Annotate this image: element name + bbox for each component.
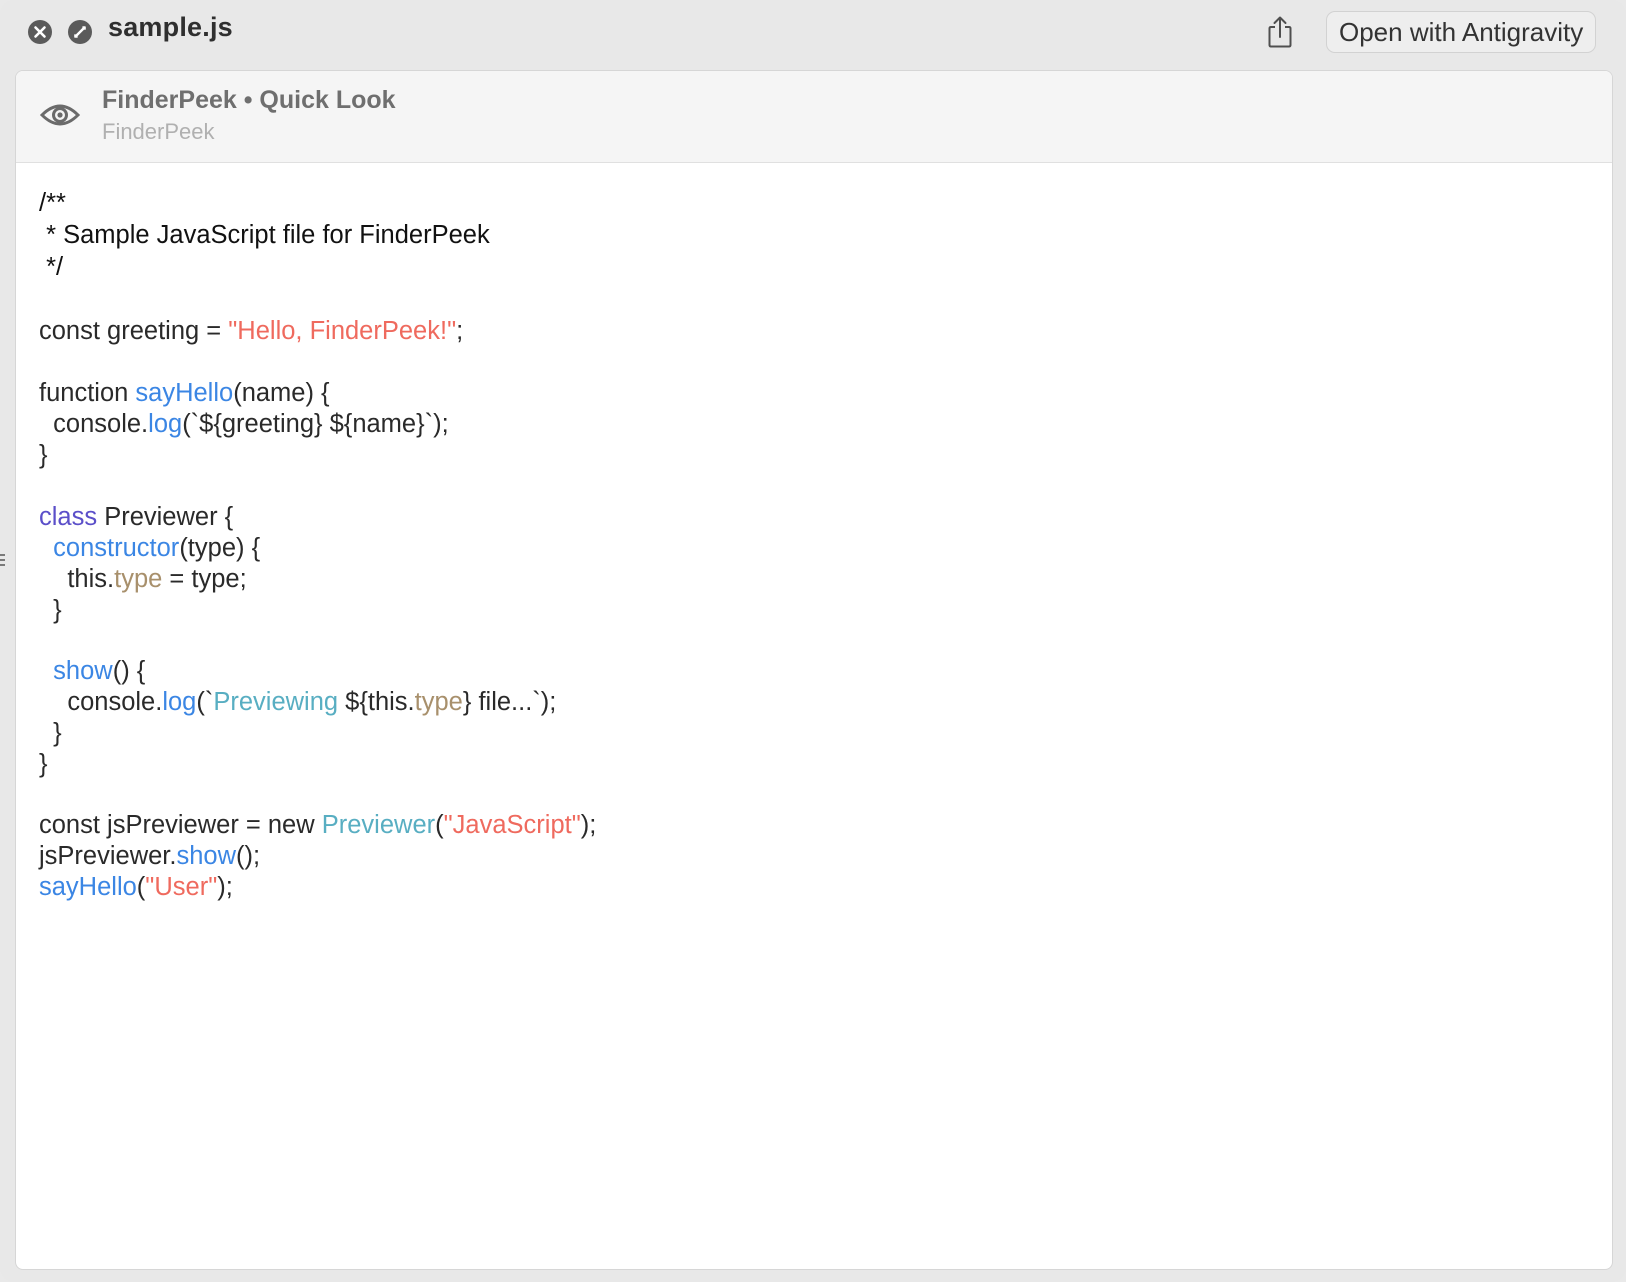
code-token-string: "User" [145,873,218,901]
code-token-comment: * Sample JavaScript file for FinderPeek [39,221,490,249]
code-token-func: show [53,657,113,685]
code-line: } [39,748,48,780]
code-line: class Previewer { [39,501,233,533]
code-token-plain: this. [39,565,115,593]
code-token-func: constructor [53,534,180,562]
file-name-title: sample.js [108,12,233,42]
code-token-plain: (type) { [179,534,261,562]
close-icon [34,26,46,38]
code-line: constructor(type) { [39,532,260,564]
code-token-template: Previewing [213,688,339,716]
preview-header-title: FinderPeek • Quick Look [102,86,396,114]
code-token-type: Previewer [321,811,436,839]
code-token-plain: } file...`); [462,688,557,716]
code-token-plain: Previewer { [97,503,234,531]
code-token-plain: ( [435,811,444,839]
title-bar: sample.js Open with Antigravity [0,0,1626,70]
code-token-plain: console. [39,688,163,716]
preview-header: FinderPeek • Quick Look FinderPeek [16,71,1612,163]
code-line: /** [39,187,66,219]
code-line: */ [39,251,63,283]
code-token-string: "Hello, FinderPeek!" [228,317,457,345]
code-line: this.type = type; [39,563,247,595]
eye-icon [40,104,80,126]
code-token-plain: ; [456,317,464,345]
code-token-comment: /** [39,189,66,217]
code-token-plain: const greeting = [39,317,229,345]
code-token-func: log [148,410,183,438]
code-token-string: "JavaScript" [443,811,581,839]
code-token-func: sayHello [135,379,234,407]
code-token-func: log [162,688,197,716]
share-button[interactable] [1262,12,1298,52]
fullscreen-icon [74,26,86,38]
code-line: const jsPreviewer = new Previewer("JavaS… [39,809,596,841]
code-token-plain: ); [217,873,233,901]
code-line: jsPreviewer.show(); [39,840,260,872]
code-token-comment: */ [39,253,64,281]
code-line: function sayHello(name) { [39,377,330,409]
code-token-plain: () { [112,657,146,685]
code-token-plain: (`${greeting} ${name}`); [182,410,449,438]
preview-panel: FinderPeek • Quick Look FinderPeek /** *… [15,70,1613,1270]
fullscreen-button[interactable] [68,20,92,44]
close-button[interactable] [28,20,52,44]
code-token-prop: type [414,688,463,716]
code-token-plain: } [39,441,48,469]
code-token-plain: const jsPreviewer = new [39,811,322,839]
preview-header-subtitle: FinderPeek [102,119,215,144]
code-view: /** * Sample JavaScript file for FinderP… [39,187,1599,1247]
code-token-plain: } [39,719,62,747]
code-token-plain: function [39,379,136,407]
share-icon [1268,16,1292,48]
code-token-plain: ${this. [338,688,415,716]
code-token-plain: } [39,596,62,624]
code-line: const greeting = "Hello, FinderPeek!"; [39,315,463,347]
code-token-plain: ); [580,811,597,839]
code-line: } [39,439,48,471]
code-token-func: show [176,842,236,870]
code-token-plain: } [39,750,48,778]
code-line: } [39,717,62,749]
quick-look-window: sample.js Open with Antigravity FinderPe… [0,0,1626,1282]
code-token-func: sayHello [39,873,137,901]
code-line: console.log(`${greeting} ${name}`); [39,408,449,440]
window-edge-marks [0,554,5,566]
code-line: sayHello("User"); [39,871,233,903]
code-line: show() { [39,655,145,687]
open-with-button[interactable]: Open with Antigravity [1326,11,1597,53]
code-line: console.log(`Previewing ${this.type} fil… [39,686,556,718]
code-line: } [39,594,62,626]
code-line: * Sample JavaScript file for FinderPeek [39,219,490,251]
code-token-plain: = type; [162,565,247,593]
code-token-plain: console. [39,410,149,438]
code-token-plain: jsPreviewer. [39,842,177,870]
code-token-plain: (name) { [233,379,330,407]
code-token-prop: type [114,565,163,593]
code-token-keyword: class [39,503,98,531]
code-token-plain: (); [236,842,261,870]
code-token-plain: (` [196,688,214,716]
